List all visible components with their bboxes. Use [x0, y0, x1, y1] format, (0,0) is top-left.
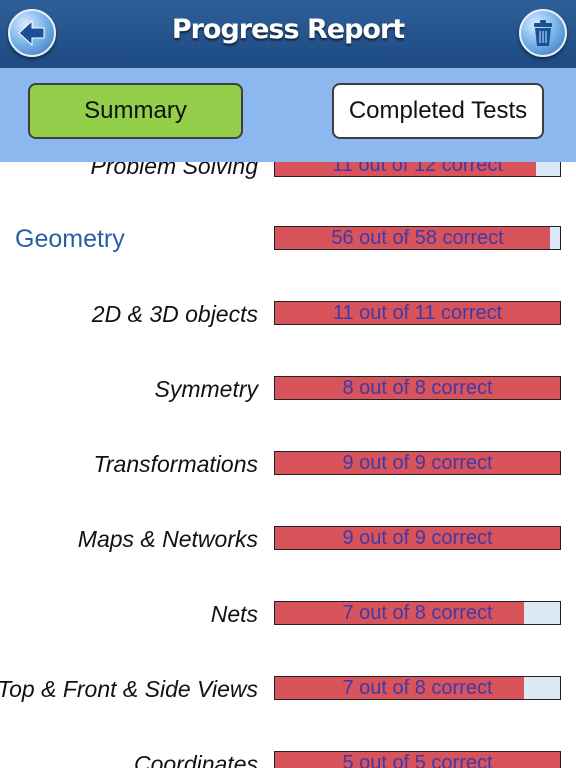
- progress-bar: 11 out of 11 correct: [274, 301, 561, 325]
- progress-row: Top & Front & Side Views 7 out of 8 corr…: [0, 676, 576, 702]
- progress-row-section: Geometry 56 out of 58 correct: [0, 226, 576, 252]
- progress-bar-text: 56 out of 58 correct: [331, 227, 504, 249]
- tab-completed-tests[interactable]: Completed Tests: [332, 83, 544, 139]
- trash-icon: [534, 20, 552, 46]
- progress-row: Coordinates 5 out of 5 correct: [0, 751, 576, 768]
- progress-bar: 7 out of 8 correct: [274, 676, 561, 700]
- progress-row: 2D & 3D objects 11 out of 11 correct: [0, 301, 576, 327]
- navigation-bar: Progress Report: [0, 0, 576, 68]
- row-label: 2D & 3D objects: [91, 301, 258, 327]
- progress-bar: 9 out of 9 correct: [274, 451, 561, 475]
- row-label: Problem Solving: [90, 162, 258, 179]
- row-label: Coordinates: [133, 751, 258, 768]
- progress-bar: 11 out of 12 correct: [274, 162, 561, 177]
- progress-row: Problem Solving 11 out of 12 correct: [0, 162, 576, 179]
- section-label: Geometry: [15, 225, 125, 253]
- progress-bar: 56 out of 58 correct: [274, 226, 561, 250]
- row-label: Maps & Networks: [77, 526, 258, 552]
- progress-row: Symmetry 8 out of 8 correct: [0, 376, 576, 402]
- tab-bar: Summary Completed Tests: [0, 68, 576, 162]
- row-label: Symmetry: [154, 376, 259, 402]
- progress-bar-text: 11 out of 12 correct: [332, 162, 503, 176]
- progress-bar: 7 out of 8 correct: [274, 601, 561, 625]
- progress-bar: 9 out of 9 correct: [274, 526, 561, 550]
- progress-bar: 5 out of 5 correct: [274, 751, 561, 768]
- row-label: Nets: [210, 601, 258, 627]
- tab-summary[interactable]: Summary: [28, 83, 243, 139]
- progress-bar-text: 9 out of 9 correct: [342, 452, 493, 474]
- trash-button[interactable]: [519, 9, 567, 57]
- progress-row: Transformations 9 out of 9 correct: [0, 451, 576, 477]
- progress-bar-text: 7 out of 8 correct: [342, 602, 493, 624]
- row-label: Top & Front & Side Views: [0, 676, 258, 702]
- progress-bar: 8 out of 8 correct: [274, 376, 561, 400]
- progress-bar-text: 7 out of 8 correct: [342, 677, 493, 699]
- progress-bar-text: 11 out of 11 correct: [332, 302, 503, 324]
- progress-bar-text: 5 out of 5 correct: [342, 752, 493, 768]
- progress-bar-text: 8 out of 8 correct: [342, 377, 493, 399]
- row-label: Transformations: [93, 451, 258, 477]
- progress-list[interactable]: Problem Solving 11 out of 12 correct Geo…: [0, 162, 576, 768]
- progress-bar-text: 9 out of 9 correct: [342, 527, 493, 549]
- progress-row: Nets 7 out of 8 correct: [0, 601, 576, 627]
- page-title: Progress Report: [171, 14, 405, 45]
- progress-row: Maps & Networks 9 out of 9 correct: [0, 526, 576, 552]
